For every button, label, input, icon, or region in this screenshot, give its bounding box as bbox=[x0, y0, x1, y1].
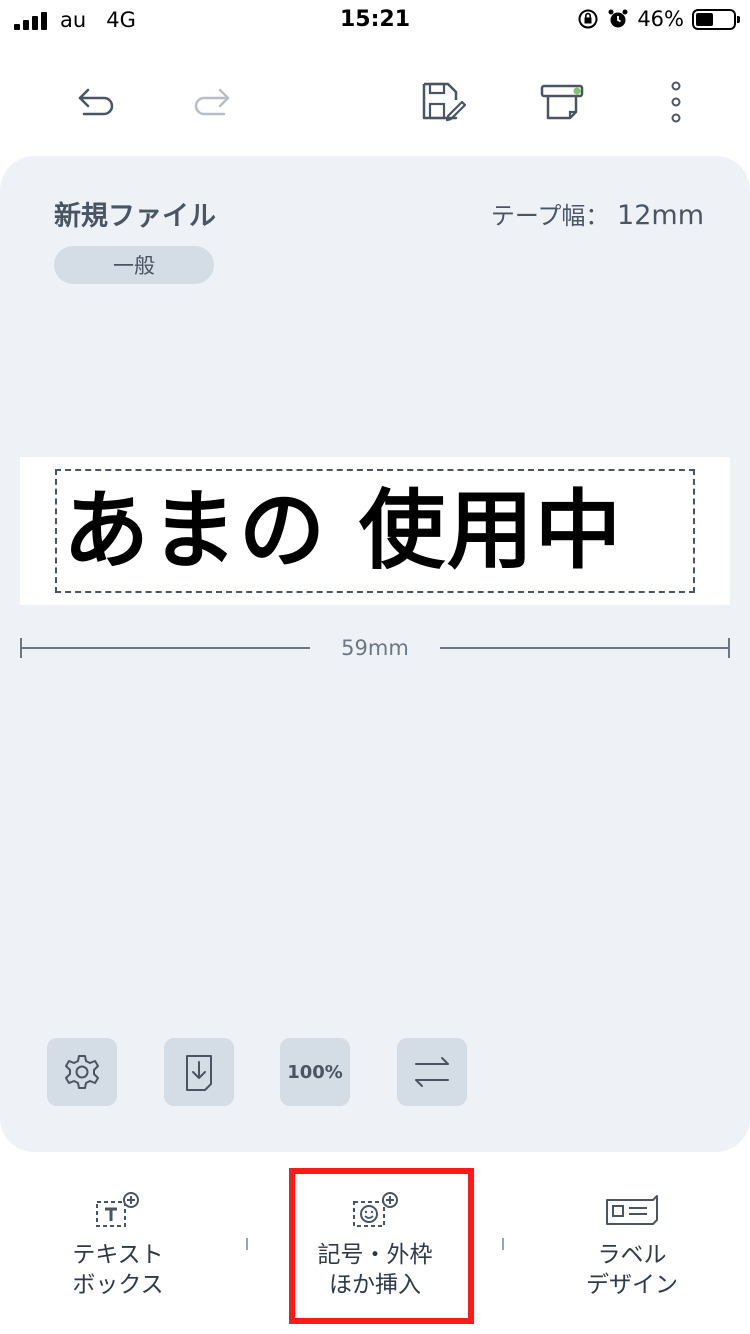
more-icon bbox=[671, 81, 681, 123]
text-box[interactable]: あまの 使用中 bbox=[55, 469, 695, 593]
battery-icon bbox=[692, 8, 740, 30]
length-line-right bbox=[440, 647, 730, 649]
zoom-button[interactable]: 100% bbox=[280, 1038, 350, 1106]
label-tape-preview: あまの 使用中 bbox=[20, 457, 730, 605]
label-design-label: ラベル デザイン bbox=[586, 1242, 678, 1298]
redo-icon bbox=[194, 88, 230, 116]
separator bbox=[246, 1238, 248, 1250]
undo-icon bbox=[78, 88, 114, 116]
editor-card: 新規ファイル テープ幅： 12mm 一般 あまの 使用中 59mm 100% bbox=[0, 156, 750, 1152]
add-textbox-label: テキスト ボックス bbox=[72, 1242, 164, 1298]
status-right: 46% bbox=[577, 7, 740, 31]
settings-button[interactable] bbox=[47, 1038, 117, 1106]
swap-direction-icon bbox=[415, 1057, 449, 1087]
battery-percent: 46% bbox=[637, 7, 684, 31]
orientation-lock-icon bbox=[578, 9, 598, 29]
download-icon bbox=[186, 1055, 212, 1091]
length-end-cap bbox=[728, 638, 730, 658]
add-textbox-icon bbox=[96, 1192, 139, 1227]
save-button[interactable] bbox=[414, 74, 470, 130]
status-bar: au 4G 15:21 46% bbox=[0, 0, 750, 44]
tape-width: テープ幅： 12mm bbox=[491, 196, 704, 231]
print-icon bbox=[540, 84, 584, 120]
separator bbox=[502, 1238, 504, 1250]
label-text[interactable]: あまの 使用中 bbox=[63, 479, 623, 583]
swap-direction-button[interactable] bbox=[397, 1038, 467, 1106]
download-button[interactable] bbox=[164, 1038, 234, 1106]
print-button[interactable] bbox=[534, 74, 590, 130]
tape-width-value: 12mm bbox=[617, 200, 704, 231]
add-textbox-button[interactable]: テキスト ボックス bbox=[18, 1190, 218, 1300]
category-badge[interactable]: 一般 bbox=[54, 246, 214, 284]
highlight-box bbox=[289, 1168, 474, 1324]
save-icon bbox=[422, 82, 466, 122]
battery-fill bbox=[696, 12, 713, 26]
label-length-indicator: 59mm bbox=[20, 636, 730, 660]
tape-width-label: テープ幅： bbox=[490, 202, 610, 230]
bottom-action-bar: テキスト ボックス 記号・外枠 ほか挿入 ラベル デザイン bbox=[0, 1160, 750, 1334]
label-design-icon bbox=[606, 1195, 658, 1225]
redo-button[interactable] bbox=[184, 74, 240, 130]
top-toolbar bbox=[0, 60, 750, 140]
file-name[interactable]: 新規ファイル bbox=[54, 194, 216, 233]
undo-button[interactable] bbox=[68, 74, 124, 130]
zoom-level: 100% bbox=[287, 1061, 343, 1083]
more-button[interactable] bbox=[648, 74, 704, 130]
alarm-icon bbox=[608, 9, 628, 28]
settings-icon bbox=[65, 1055, 99, 1089]
label-design-button[interactable]: ラベル デザイン bbox=[532, 1190, 732, 1300]
